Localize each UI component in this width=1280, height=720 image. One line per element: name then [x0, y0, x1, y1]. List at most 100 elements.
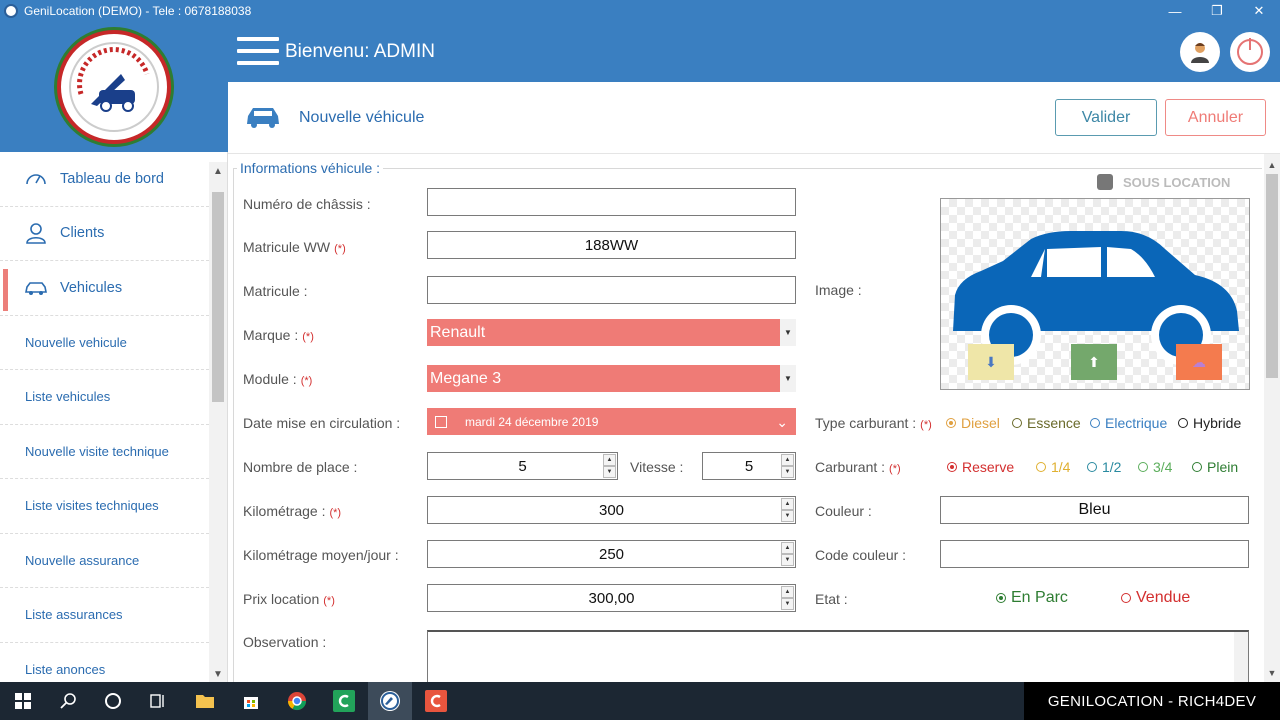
- radio-trois-quart[interactable]: 3/4: [1138, 459, 1172, 475]
- sidebar-item-label: Nouvelle assurance: [25, 552, 140, 568]
- observation-label: Observation :: [243, 634, 327, 650]
- required-mark: (*): [334, 243, 346, 255]
- sidebar-item-nouvelle-visite[interactable]: Nouvelle visite technique: [0, 425, 209, 479]
- spin-buttons[interactable]: ▲ ▼: [781, 542, 794, 566]
- taskbar-brand-text: GENILOCATION - RICH4DEV: [1024, 682, 1280, 720]
- profile-button[interactable]: [1180, 32, 1220, 72]
- radio-checked-icon: [996, 593, 1006, 603]
- close-button[interactable]: ✕: [1238, 0, 1280, 22]
- couleur-input[interactable]: Bleu: [940, 496, 1249, 524]
- matricule-ww-input[interactable]: 188WW: [427, 231, 796, 259]
- radio-en-parc[interactable]: En Parc: [996, 589, 1068, 607]
- sidebar-item-nouvelle-vehicule[interactable]: Nouvelle vehicule: [0, 316, 209, 370]
- sidebar-item-label: Vehicules: [60, 279, 123, 296]
- required-mark: (*): [329, 507, 342, 519]
- window-title: GeniLocation (DEMO) - Tele : 0678188038: [24, 4, 252, 18]
- download-image-button[interactable]: ⬇: [968, 344, 1014, 380]
- module-select[interactable]: Megane 3 ▼: [427, 365, 796, 392]
- sidebar-item-liste-anonces[interactable]: Liste anonces: [0, 643, 209, 683]
- image-label: Image :: [815, 282, 862, 298]
- radio-hybride[interactable]: Hybride: [1178, 415, 1241, 431]
- minimize-button[interactable]: —: [1154, 0, 1196, 22]
- spin-buttons[interactable]: ▲ ▼: [781, 498, 794, 522]
- sidebar-scrollbar[interactable]: ▲ ▼: [209, 162, 227, 682]
- genilocation-app-icon[interactable]: [379, 690, 401, 712]
- radio-demi[interactable]: 1/2: [1087, 459, 1121, 475]
- user-icon: [26, 223, 46, 245]
- valider-button[interactable]: Valider: [1055, 99, 1157, 136]
- label-text: Type carburant :: [815, 415, 917, 431]
- store-icon[interactable]: [240, 690, 262, 712]
- file-explorer-icon[interactable]: [194, 690, 216, 712]
- windows-start-icon[interactable]: [12, 690, 34, 712]
- textarea-scrollbar[interactable]: [1234, 632, 1248, 682]
- menu-icon[interactable]: [237, 37, 279, 67]
- annuler-button[interactable]: Annuler: [1165, 99, 1266, 136]
- matricule-input[interactable]: [427, 276, 796, 304]
- window-controls: — ❐ ✕: [1154, 0, 1280, 22]
- date-picker[interactable]: mardi 24 décembre 2019 ⌄: [427, 408, 796, 435]
- vitesse-stepper[interactable]: 5 ▲ ▼: [702, 452, 796, 480]
- chrome-icon[interactable]: [286, 690, 308, 712]
- maximize-button[interactable]: ❐: [1196, 0, 1238, 22]
- kilometrage-stepper[interactable]: 300 ▲ ▼: [427, 496, 796, 524]
- dropdown-icon[interactable]: ▼: [780, 319, 796, 346]
- sidebar-item-label: Tableau de bord: [60, 170, 164, 187]
- spin-buttons[interactable]: ▲ ▼: [781, 454, 794, 478]
- prix-location-stepper[interactable]: 300,00 ▲ ▼: [427, 584, 796, 612]
- observation-textarea[interactable]: [427, 630, 1249, 682]
- radio-essence[interactable]: Essence: [1012, 415, 1081, 431]
- scroll-thumb[interactable]: [1266, 174, 1278, 378]
- required-mark: (*): [300, 375, 313, 387]
- upload-image-button[interactable]: ⬆: [1071, 344, 1117, 380]
- radio-reserve[interactable]: Reserve: [947, 459, 1014, 475]
- task-view-icon[interactable]: [147, 690, 169, 712]
- sidebar-item-label: Clients: [60, 225, 105, 242]
- sidebar-item-vehicules[interactable]: Vehicules: [0, 261, 209, 316]
- logo-area: [0, 22, 228, 152]
- checkbox-icon[interactable]: [1097, 174, 1113, 190]
- spin-buttons[interactable]: ▲ ▼: [781, 586, 794, 610]
- dropdown-icon[interactable]: ▼: [780, 365, 796, 392]
- chassis-input[interactable]: [427, 188, 796, 216]
- sous-location-checkbox[interactable]: SOUS LOCATION: [1097, 174, 1230, 190]
- km-moyen-stepper[interactable]: 250 ▲ ▼: [427, 540, 796, 568]
- calendar-icon: [435, 415, 447, 428]
- car-icon: [247, 108, 279, 128]
- camtasia-icon[interactable]: [333, 690, 355, 712]
- scroll-down-icon[interactable]: ▼: [209, 669, 227, 680]
- nombre-place-stepper[interactable]: 5 ▲ ▼: [427, 452, 618, 480]
- km-moyen-value: 250: [598, 545, 625, 563]
- nombre-place-value: 5: [518, 457, 527, 475]
- cortana-icon[interactable]: [102, 690, 124, 712]
- main-scrollbar[interactable]: ▲ ▼: [1264, 154, 1280, 682]
- radio-electrique[interactable]: Electrique: [1090, 415, 1167, 431]
- radio-quart[interactable]: 1/4: [1036, 459, 1070, 475]
- sidebar-item-nouvelle-assurance[interactable]: Nouvelle assurance: [0, 534, 209, 588]
- spin-buttons[interactable]: ▲ ▼: [603, 454, 616, 478]
- marque-select[interactable]: Renault ▼: [427, 319, 796, 346]
- sidebar-item-liste-visites[interactable]: Liste visites techniques: [0, 479, 209, 534]
- chevron-down-icon[interactable]: ⌄: [776, 414, 788, 431]
- radio-unchecked-icon: [1121, 593, 1131, 603]
- delete-image-button[interactable]: ☁: [1176, 344, 1222, 380]
- logout-button[interactable]: [1230, 32, 1270, 72]
- radio-diesel[interactable]: Diesel: [946, 415, 1000, 431]
- scroll-up-icon[interactable]: ▲: [1264, 160, 1280, 170]
- search-icon[interactable]: [58, 690, 80, 712]
- sidebar-item-liste-vehicules[interactable]: Liste vehicules: [0, 370, 209, 425]
- radio-checked-icon: [946, 418, 956, 428]
- carburant-label: Carburant : (*): [815, 459, 901, 475]
- sidebar-item-clients[interactable]: Clients: [0, 207, 209, 261]
- code-couleur-input[interactable]: [940, 540, 1249, 568]
- nombre-place-label: Nombre de place :: [243, 459, 358, 475]
- required-mark: (*): [920, 419, 932, 431]
- radio-vendue[interactable]: Vendue: [1121, 589, 1190, 607]
- sidebar-item-dashboard[interactable]: Tableau de bord: [0, 152, 209, 207]
- radio-plein[interactable]: Plein: [1192, 459, 1238, 475]
- camtasia-recorder-icon[interactable]: [425, 690, 447, 712]
- scroll-up-icon[interactable]: ▲: [209, 166, 227, 177]
- sidebar-item-liste-assurances[interactable]: Liste assurances: [0, 588, 209, 643]
- scroll-thumb[interactable]: [212, 192, 224, 402]
- scroll-down-icon[interactable]: ▼: [1264, 668, 1280, 678]
